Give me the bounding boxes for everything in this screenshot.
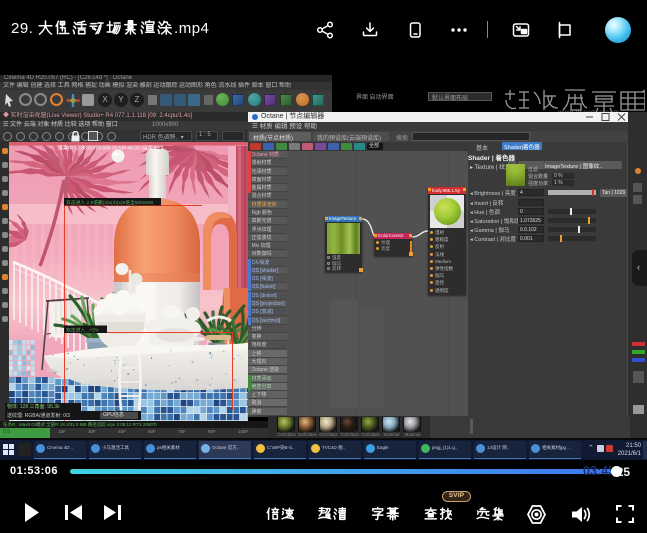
svg-text:双击进入 2.5倍聚(2)x(3)(x)5倍全600x600: 双击进入 2.5倍聚(2)x(3)(x)5倍全600x600 xyxy=(66,199,153,206)
svg-text:渲染中 12:88:02/15:935 35:5M 46: 渲染中 12:88:02/15:935 35:5M 46:02 (自定义) 4 xyxy=(58,145,164,152)
svg-text:双击进入 ..+5%: 双击进入 ..+5% xyxy=(66,327,100,334)
